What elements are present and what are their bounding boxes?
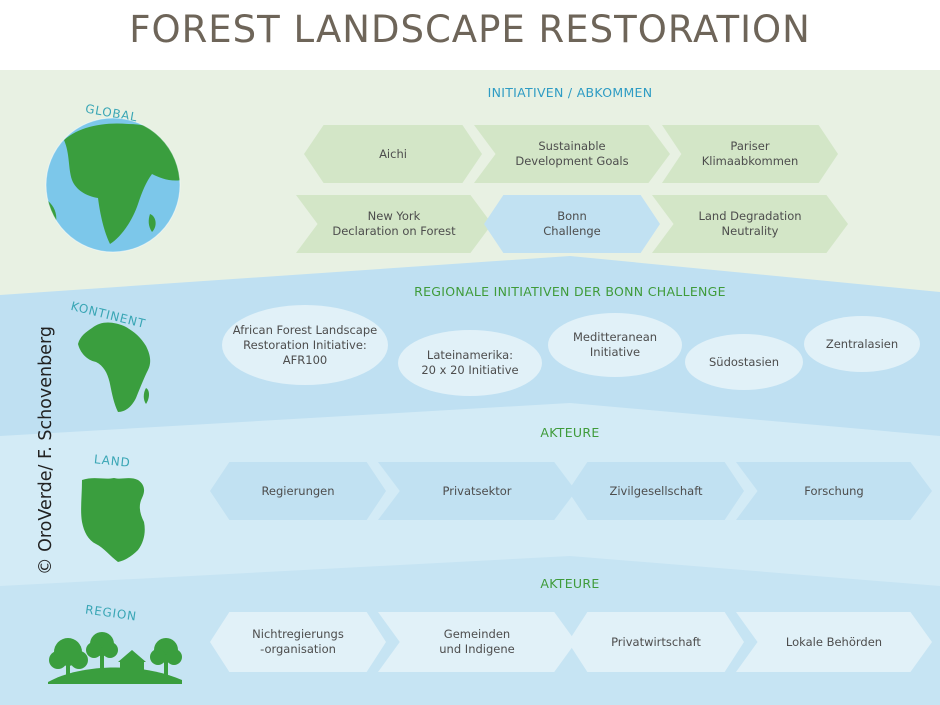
actor-zivilgesellschaft: Zivilgesellschaft	[568, 462, 744, 520]
region-heading: AKTEURE	[540, 576, 600, 591]
actor-nichtregierungsorganisation: Nichtregierungs -organisation	[210, 612, 386, 672]
regional-initiative-zentralasien: Zentralasien	[804, 316, 920, 372]
initiative-land-degradation-neutrality: Land Degradation Neutrality	[652, 195, 848, 253]
regional-initiative-20x20: Lateinamerika: 20 x 20 Initiative	[398, 330, 542, 396]
kontinent-heading: REGIONALE INITIATIVEN DER BONN CHALLENGE	[414, 284, 726, 299]
image-credit: © OroVerde/ F. Schovenberg	[36, 326, 56, 575]
actor-gemeinden-indigene: Gemeinden und Indigene	[378, 612, 576, 672]
regional-initiative-afr100: African Forest Landscape Restoration Ini…	[222, 305, 388, 385]
actor-lokale-behoerden: Lokale Behörden	[736, 612, 932, 672]
actor-privatsektor: Privatsektor	[378, 462, 576, 520]
initiative-bonn-challenge: Bonn Challenge	[484, 195, 660, 253]
actor-privatwirtschaft: Privatwirtschaft	[568, 612, 744, 672]
initiative-aichi: Aichi	[304, 125, 482, 183]
regional-initiative-suedostasien: Südostasien	[685, 334, 803, 390]
actor-forschung: Forschung	[736, 462, 932, 520]
initiative-new-york-declaration: New York Declaration on Forest	[296, 195, 492, 253]
global-heading: INITIATIVEN / ABKOMMEN	[487, 85, 653, 100]
initiative-sdg: Sustainable Development Goals	[474, 125, 670, 183]
land-heading: AKTEURE	[540, 425, 600, 440]
actor-regierungen: Regierungen	[210, 462, 386, 520]
page-title: FOREST LANDSCAPE RESTORATION	[129, 8, 811, 51]
regional-initiative-mediterranean: Meditteranean Initiative	[548, 313, 682, 377]
infographic-canvas: FOREST LANDSCAPE RESTORATION GLOBAL KONT…	[0, 0, 940, 705]
initiative-paris-agreement: Pariser Klimaabkommen	[662, 125, 838, 183]
